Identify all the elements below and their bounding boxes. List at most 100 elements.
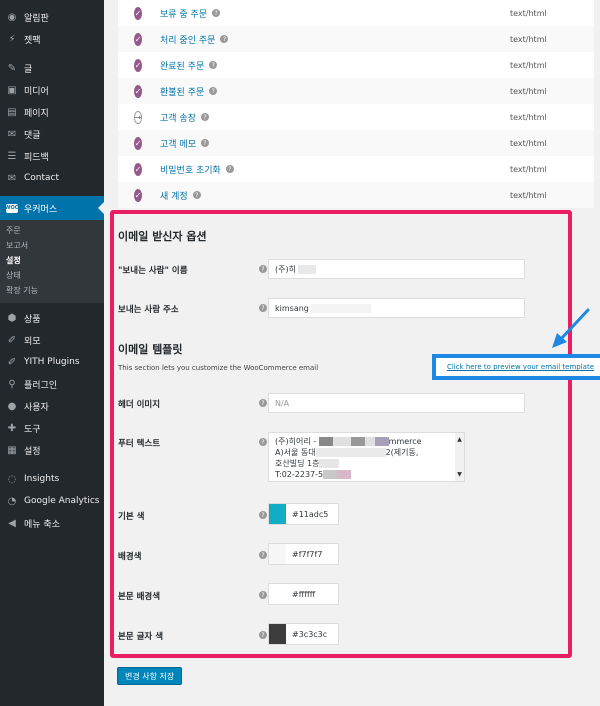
enabled-check-icon: ✓	[134, 84, 142, 98]
sidebar-item-dashboard[interactable]: ◉ 알림판	[0, 6, 104, 28]
body-background-color-swatch[interactable]	[269, 584, 286, 604]
from-name-input[interactable]: (주)히	[268, 259, 525, 279]
body-text-color-field[interactable]: #3c3c3c	[268, 623, 339, 645]
sidebar-item-collapse[interactable]: ◀ 메뉴 축소	[0, 512, 104, 534]
sidebar-item-page[interactable]: ▤ 페이지	[0, 101, 104, 123]
email-name-link[interactable]: 비밀번호 초기화	[160, 163, 221, 176]
sidebar-item-mail[interactable]: ✉ Contact	[0, 167, 104, 189]
sidebar-item-plugin[interactable]: ⚲ 플러그인	[0, 373, 104, 395]
sidebar-item-label: 글	[24, 64, 33, 75]
sidebar-item-pin[interactable]: ✎ 글	[0, 57, 104, 79]
body-text-color-swatch[interactable]	[269, 624, 286, 644]
sidebar-item-label: 알림판	[24, 13, 49, 24]
help-icon: ?	[200, 113, 209, 121]
feedback-icon: ☰	[7, 150, 17, 162]
tool-icon: ✚	[7, 422, 17, 434]
help-icon: ?	[259, 438, 267, 446]
help-icon: ?	[225, 165, 234, 173]
submenu-item[interactable]: 주문	[0, 223, 104, 238]
body-background-color-field[interactable]: #ffffff	[268, 583, 339, 605]
background-color-value[interactable]: #f7f7f7	[286, 544, 338, 564]
sidebar-item-label: 사용자	[24, 402, 49, 413]
email-name-link[interactable]: 완료된 주문	[160, 59, 204, 72]
sidebar-item-appearance[interactable]: ✐ 외모	[0, 329, 104, 351]
sidebar-item-label: 설정	[24, 446, 41, 457]
sidebar-item-user[interactable]: ● 사용자	[0, 395, 104, 417]
help-icon: ?	[220, 35, 229, 43]
body-text-color-label: 본문 글자 색	[118, 632, 164, 642]
email-name-link[interactable]: 고객 메모	[160, 137, 196, 150]
textarea-scrollbar[interactable]: ▲ ▼	[455, 433, 464, 481]
email-name-link[interactable]: 환불된 주문	[160, 85, 204, 98]
insights-icon: ◌	[7, 473, 17, 485]
yith-icon: ✐	[7, 356, 17, 368]
from-address-label: 보내는 사람 주소	[118, 305, 179, 315]
table-row: ✓ 처리 중인 주문? text/html	[118, 26, 594, 52]
preview-email-template-link[interactable]: Click here to preview your email templat…	[447, 363, 594, 371]
template-description: This section lets you customize the WooC…	[118, 364, 319, 372]
save-changes-button[interactable]: 변경 사항 저장	[117, 667, 183, 685]
help-icon: ?	[209, 87, 218, 95]
content-type: text/html	[510, 60, 547, 70]
base-color-field[interactable]: #11adc5	[268, 503, 339, 525]
product-icon: ⬢	[7, 312, 17, 324]
sidebar-item-label: 외모	[24, 336, 41, 347]
submenu-item[interactable]: 확장 기능	[0, 283, 104, 298]
email-name-link[interactable]: 고객 송장	[160, 111, 196, 124]
analytics-icon: ◔	[7, 495, 17, 507]
help-icon: ?	[259, 511, 267, 519]
email-name-link[interactable]: 처리 중인 주문	[160, 33, 215, 46]
help-icon: ?	[259, 631, 267, 639]
sidebar-item-label: 피드백	[24, 152, 49, 163]
help-icon: ?	[259, 399, 267, 407]
sidebar-item-label: 미디어	[24, 86, 49, 97]
background-color-field[interactable]: #f7f7f7	[268, 543, 339, 565]
table-row: ✓ 환불된 주문? text/html	[118, 78, 594, 104]
appearance-icon: ✐	[7, 334, 17, 346]
media-icon: ▣	[7, 84, 17, 96]
help-icon: ?	[259, 591, 267, 599]
submenu-item[interactable]: 보고서	[0, 238, 104, 253]
table-row: ✓ 고객 메모? text/html	[118, 130, 594, 156]
sidebar-item-woocommerce[interactable]: WOO 우커머스	[0, 196, 104, 220]
base-color-value[interactable]: #11adc5	[286, 504, 338, 524]
admin-sidebar: ◉ 알림판 ⚡ 젯팩 ✎ 글 ▣ 미디어 ▤ 페이지 ✉ 댓글 ☰ 피드백 ✉ Contact WOO 우커…	[0, 0, 104, 706]
sidebar-item-settings[interactable]: ▦ 설정	[0, 439, 104, 461]
plugin-icon: ⚲	[8, 378, 16, 390]
email-template-title: 이메일 템플릿	[118, 343, 183, 356]
from-address-input[interactable]: kimsang	[268, 298, 525, 318]
table-row: ✓ 보류 중 주문? text/html	[118, 0, 594, 26]
sidebar-item-label: 페이지	[24, 108, 49, 119]
base-color-swatch[interactable]	[269, 504, 286, 524]
sidebar-item-product[interactable]: ⬢ 상품	[0, 307, 104, 329]
email-name-link[interactable]: 새 계정	[160, 189, 188, 202]
sender-options-title: 이메일 받신자 옵션	[118, 230, 207, 243]
table-row: ✓ 새 계정? text/html	[118, 182, 594, 208]
sidebar-item-feedback[interactable]: ☰ 피드백	[0, 145, 104, 167]
enabled-check-icon: ✓	[134, 136, 142, 150]
help-icon: ?	[259, 304, 267, 312]
content-type: text/html	[510, 164, 547, 174]
content-type: text/html	[510, 86, 547, 96]
submenu-item[interactable]: 상태	[0, 268, 104, 283]
background-color-swatch[interactable]	[269, 544, 286, 564]
submenu-item[interactable]: 설정	[0, 253, 104, 268]
sidebar-item-jetpack[interactable]: ⚡ 젯팩	[0, 28, 104, 50]
header-image-input[interactable]: N/A	[268, 393, 525, 413]
footer-text-label: 푸터 텍스트	[118, 439, 161, 449]
sidebar-item-comment[interactable]: ✉ 댓글	[0, 123, 104, 145]
sidebar-item-tool[interactable]: ✚ 도구	[0, 417, 104, 439]
sidebar-item-label: 메뉴 축소	[24, 519, 60, 530]
sidebar-item-analytics[interactable]: ◔ Google Analytics	[0, 490, 104, 512]
email-name-link[interactable]: 보류 중 주문	[160, 7, 207, 20]
body-text-color-value[interactable]: #3c3c3c	[286, 624, 338, 644]
content-type: text/html	[510, 190, 547, 200]
footer-text-textarea[interactable]: (주)히어리 - mmerce A)서울 동대 2(제기동, 호산빌딩 1층 T:…	[268, 432, 465, 482]
body-background-color-value[interactable]: #ffffff	[286, 584, 338, 604]
sidebar-item-insights[interactable]: ◌ Insights	[0, 468, 104, 490]
sidebar-item-media[interactable]: ▣ 미디어	[0, 79, 104, 101]
content-type: text/html	[510, 34, 547, 44]
jetpack-icon: ⚡	[8, 33, 16, 45]
sidebar-item-yith[interactable]: ✐ YITH Plugins	[0, 351, 104, 373]
sidebar-item-label: Insights	[24, 474, 60, 484]
